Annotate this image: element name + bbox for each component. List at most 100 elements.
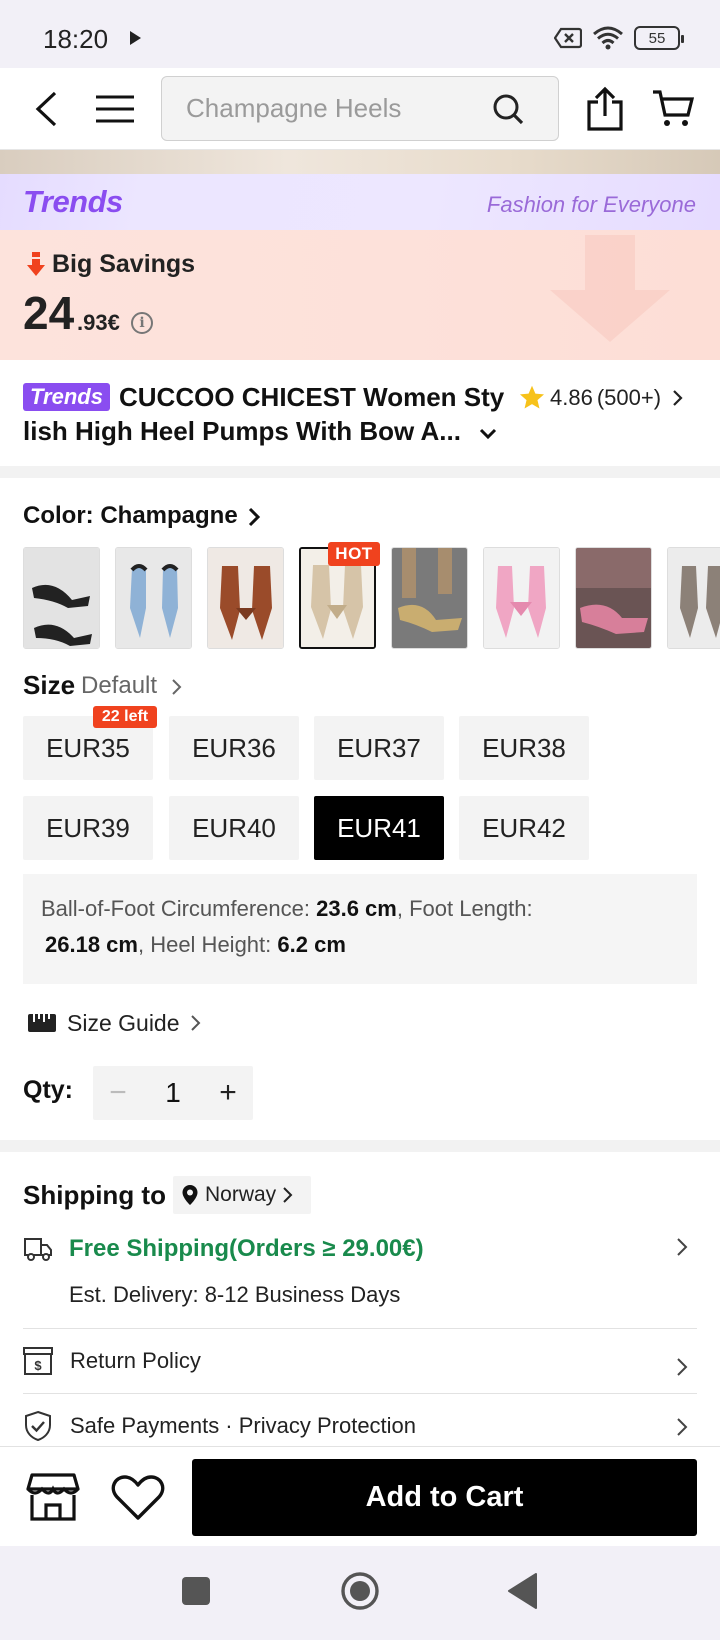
trends-badge: Trends [23, 383, 110, 411]
star-icon [519, 385, 545, 409]
rating[interactable]: 4.86 (500+) [518, 382, 685, 414]
free-shipping-text[interactable]: Free Shipping(Orders ≥ 29.00€) [69, 1235, 424, 1263]
qty-label: Qty: [23, 1076, 73, 1104]
status-icons: 55 [554, 24, 684, 52]
wishlist-heart-icon[interactable] [111, 1475, 165, 1521]
down-arrow-icon [27, 252, 45, 276]
stock-badge: 22 left [93, 706, 157, 728]
bottom-action-bar: Add to Cart [0, 1446, 720, 1546]
foot-label: , Foot Length: [396, 896, 533, 921]
size-guide-chevron-icon [190, 1015, 200, 1031]
size-label: Size [23, 670, 76, 700]
add-to-cart-button[interactable]: Add to Cart [192, 1459, 697, 1536]
safe-payments-chevron-icon[interactable] [675, 1416, 689, 1438]
color-swatch[interactable] [667, 547, 720, 649]
status-bar: 18:20 55 [0, 0, 720, 68]
return-policy-label[interactable]: Return Policy [70, 1348, 201, 1374]
product-title-line2[interactable]: lish High Heel Pumps With Bow A... [23, 416, 461, 447]
color-swatch[interactable] [115, 547, 192, 649]
truck-icon [24, 1238, 52, 1261]
search-icon[interactable] [492, 93, 524, 125]
battery-level: 55 [648, 29, 666, 47]
savings-title: Big Savings [52, 250, 196, 278]
color-swatch[interactable] [483, 547, 560, 649]
wifi-icon [593, 26, 623, 50]
rating-value: 4.86 [550, 385, 593, 410]
measure-line-2: 26.18 cm, Heel Height: 6.2 cm [45, 932, 346, 958]
store-icon[interactable] [26, 1473, 80, 1521]
qty-plus-button[interactable]: + [203, 1066, 253, 1120]
section-divider [0, 1140, 720, 1152]
android-navigation-bar [0, 1546, 720, 1640]
color-swatch[interactable] [23, 547, 100, 649]
heel-label: , Heel Height: [137, 932, 272, 957]
rating-chevron-icon [673, 390, 683, 406]
decorative-arrow-icon [550, 235, 670, 342]
color-swatch[interactable] [391, 547, 468, 649]
ball-label: Ball-of-Foot Circumference: [41, 896, 310, 921]
qty-value[interactable]: 1 [143, 1066, 203, 1120]
est-delivery-text: Est. Delivery: 8-12 Business Days [69, 1282, 401, 1307]
savings-band: Big Savings 24 .93€ i [0, 230, 720, 360]
shoe-thumbnail-icon [392, 548, 467, 648]
svg-text:$: $ [34, 1358, 42, 1373]
color-chevron-icon[interactable] [247, 506, 261, 528]
top-nav [0, 68, 720, 150]
size-guide-label: Size Guide [67, 1009, 180, 1036]
shoe-thumbnail-icon [24, 548, 99, 648]
shoe-thumbnail-icon [668, 548, 720, 648]
measure-line-1: Ball-of-Foot Circumference: 23.6 cm, Foo… [41, 896, 533, 922]
share-icon [587, 86, 623, 131]
quantity-stepper: − 1 + [93, 1066, 253, 1120]
size-option-eur38[interactable]: EUR38 [459, 716, 589, 780]
qty-minus-button[interactable]: − [93, 1066, 143, 1120]
safe-payments-label[interactable]: Safe Payments · Privacy Protection [70, 1413, 416, 1439]
foot-value: 26.18 cm [45, 932, 138, 957]
size-default-link[interactable]: Default [81, 672, 157, 700]
price-info-icon[interactable]: i [131, 312, 153, 334]
color-swatch[interactable] [207, 547, 284, 649]
status-time: 18:20 [43, 24, 109, 54]
back-triangle-icon[interactable] [506, 1572, 538, 1610]
size-option-eur36[interactable]: EUR36 [169, 716, 299, 780]
size-option-eur42[interactable]: EUR42 [459, 796, 589, 860]
product-title-section: Trends CUCCOO CHICEST Women Sty lish Hig… [0, 360, 720, 466]
share-button[interactable] [582, 82, 628, 136]
country-selector[interactable]: Norway [173, 1176, 311, 1214]
size-default-chevron-icon[interactable] [171, 677, 183, 697]
search-input[interactable] [186, 77, 486, 140]
recent-apps-button[interactable] [182, 1577, 210, 1605]
shield-check-icon [25, 1410, 51, 1442]
heel-value: 6.2 cm [277, 932, 346, 957]
country-chevron-icon [283, 1187, 293, 1203]
color-label[interactable]: Color: Champagne [23, 502, 238, 530]
expand-title-chevron-icon[interactable] [478, 424, 498, 444]
shoe-thumbnail-icon [208, 548, 283, 648]
size-option-eur41-selected[interactable]: EUR41 [314, 796, 444, 860]
shoe-thumbnail-icon [576, 548, 651, 648]
return-policy-chevron-icon[interactable] [675, 1356, 689, 1378]
price-decimal: .93€ [77, 310, 120, 335]
size-option-eur39[interactable]: EUR39 [23, 796, 153, 860]
cart-button[interactable] [648, 84, 698, 134]
ball-value: 23.6 cm [316, 896, 397, 921]
search-box[interactable] [161, 76, 559, 141]
shoe-thumbnail-icon [484, 548, 559, 648]
back-arrow-icon [35, 91, 57, 127]
menu-button[interactable] [90, 84, 140, 134]
section-divider [0, 466, 720, 478]
back-button[interactable] [24, 84, 68, 134]
media-play-icon [130, 31, 141, 45]
size-measurements: Ball-of-Foot Circumference: 23.6 cm, Foo… [23, 874, 697, 984]
shipping-chevron-icon[interactable] [675, 1236, 689, 1258]
home-button-icon[interactable] [340, 1571, 380, 1611]
ruler-icon [28, 1014, 56, 1032]
product-image-edge [0, 150, 720, 174]
location-pin-icon [182, 1185, 198, 1205]
hamburger-menu-icon [96, 95, 134, 123]
size-option-eur40[interactable]: EUR40 [169, 796, 299, 860]
trends-logo: Trends [23, 184, 123, 219]
size-option-eur37[interactable]: EUR37 [314, 716, 444, 780]
color-swatch[interactable] [575, 547, 652, 649]
size-guide-link[interactable]: Size Guide [27, 1008, 202, 1038]
